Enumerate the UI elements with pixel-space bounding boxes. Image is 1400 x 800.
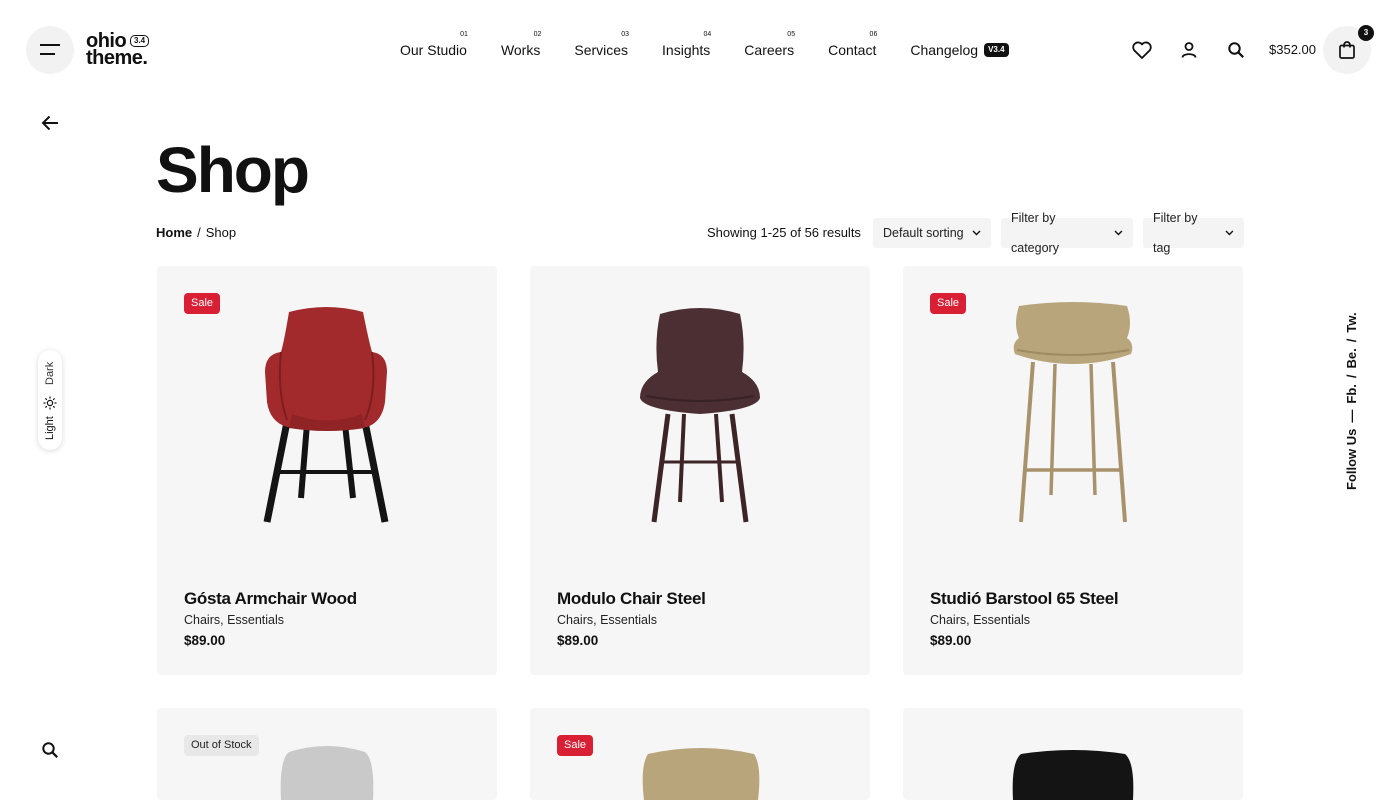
- product-card[interactable]: Sale Gósta Armchair Wood Chairs, Essenti…: [157, 266, 497, 675]
- nav-number: 02: [533, 31, 542, 38]
- page-title: Shop: [156, 134, 310, 206]
- nav-number: 05: [787, 31, 796, 38]
- nav-item-works[interactable]: Works 02: [500, 30, 542, 70]
- category-filter-select[interactable]: Filter by category: [1001, 211, 1133, 255]
- product-name[interactable]: Studió Barstool 65 Steel: [930, 588, 1119, 610]
- social-link-facebook[interactable]: Fb.: [1344, 384, 1359, 404]
- social-link-behance[interactable]: Be.: [1344, 348, 1359, 368]
- nav-number: 01: [460, 31, 468, 38]
- arrow-left-icon: [41, 115, 58, 131]
- menu-button[interactable]: [26, 26, 74, 74]
- product-price: $89.00: [557, 633, 599, 648]
- product-image: [1012, 750, 1134, 800]
- chevron-down-icon: [1114, 230, 1123, 236]
- sorting-value: Default sorting: [883, 226, 964, 240]
- sorting-select[interactable]: Default sorting: [873, 218, 991, 248]
- tag-filter-select[interactable]: Filter by tag: [1143, 211, 1244, 255]
- product-image: [280, 746, 374, 800]
- breadcrumb-current: Shop: [205, 225, 237, 240]
- social-link-twitter[interactable]: Tw.: [1344, 312, 1359, 332]
- nav-item-contact[interactable]: Contact 06: [828, 30, 878, 70]
- user-icon: [1181, 42, 1197, 58]
- sun-icon: [43, 396, 57, 410]
- wishlist-button[interactable]: [1130, 38, 1154, 62]
- nav-item-our-studio[interactable]: Our Studio 01: [400, 30, 468, 70]
- chevron-down-icon: [972, 230, 981, 236]
- sale-badge: Sale: [557, 735, 594, 756]
- product-card[interactable]: Sale Studió Barstool 65 Steel Chairs, Es…: [903, 266, 1243, 675]
- out-of-stock-badge: Out of Stock: [184, 735, 259, 756]
- nav-label: Works: [500, 42, 541, 58]
- nav-label: Contact: [828, 42, 877, 58]
- sale-badge: Sale: [184, 293, 221, 314]
- search-icon: [42, 742, 58, 758]
- product-image: [642, 748, 760, 800]
- breadcrumb: Home / Shop: [156, 224, 236, 242]
- results-count: Showing 1-25 of 56 results: [707, 225, 861, 240]
- chevron-down-icon: [1225, 230, 1234, 236]
- cart-count-badge: 3: [1358, 25, 1374, 41]
- cart-total[interactable]: $352.00: [1269, 41, 1316, 59]
- product-card[interactable]: [903, 708, 1243, 800]
- menu-icon: [40, 44, 60, 55]
- product-categories[interactable]: Chairs, Essentials: [184, 612, 284, 628]
- back-button[interactable]: [38, 111, 62, 135]
- theme-light-label[interactable]: Light: [44, 416, 56, 440]
- tag-filter-value: Filter by tag: [1153, 211, 1198, 255]
- product-image: [1013, 302, 1133, 523]
- logo-version: 3.4: [130, 35, 150, 47]
- product-image: [640, 308, 760, 523]
- product-price: $89.00: [184, 633, 226, 648]
- product-card[interactable]: Modulo Chair Steel Chairs, Essentials $8…: [530, 266, 870, 675]
- category-filter-value: Filter by category: [1011, 211, 1059, 255]
- breadcrumb-separator: /: [197, 225, 201, 240]
- logo-line2: theme.: [86, 47, 148, 69]
- logo[interactable]: ohio 3.4 theme.: [86, 31, 156, 69]
- theme-dark-label[interactable]: Dark: [44, 362, 56, 385]
- social-separator: /: [1344, 374, 1359, 379]
- search-icon: [1228, 42, 1244, 58]
- breadcrumb-home[interactable]: Home: [156, 224, 192, 242]
- main-nav: Our Studio 01 Works 02 Services 03 Insig…: [400, 30, 1043, 70]
- product-categories[interactable]: Chairs, Essentials: [930, 612, 1030, 628]
- nav-label: Insights: [662, 42, 711, 58]
- bag-icon: [1339, 41, 1355, 59]
- social-follow: Follow Us — Fb. / Be. / Tw.: [1344, 312, 1359, 490]
- nav-item-careers[interactable]: Careers 05: [744, 30, 796, 70]
- product-name[interactable]: Gósta Armchair Wood: [184, 588, 357, 610]
- nav-item-services[interactable]: Services 03: [574, 30, 630, 70]
- product-card[interactable]: Sale: [530, 708, 870, 800]
- nav-label: Services: [574, 42, 629, 58]
- sidebar-search-button[interactable]: [38, 738, 62, 762]
- product-name[interactable]: Modulo Chair Steel: [557, 588, 706, 610]
- follow-dash: —: [1344, 409, 1359, 423]
- nav-number: 04: [703, 31, 712, 38]
- search-button[interactable]: [1224, 38, 1248, 62]
- account-button[interactable]: [1177, 38, 1201, 62]
- nav-label: Changelog: [910, 42, 979, 58]
- product-price: $89.00: [930, 633, 972, 648]
- changelog-version-badge: V3.4: [984, 43, 1009, 57]
- sale-badge: Sale: [930, 293, 967, 314]
- follow-label: Follow Us: [1344, 428, 1359, 490]
- social-separator: /: [1344, 338, 1359, 343]
- nav-label: Our Studio: [400, 42, 467, 58]
- product-image: [263, 307, 389, 523]
- nav-item-insights[interactable]: Insights 04: [662, 30, 712, 70]
- nav-item-changelog[interactable]: Changelog V3.4: [910, 30, 1009, 70]
- product-categories[interactable]: Chairs, Essentials: [557, 612, 657, 628]
- nav-number: 03: [621, 31, 630, 38]
- product-card[interactable]: Out of Stock: [157, 708, 497, 800]
- heart-icon: [1132, 41, 1152, 59]
- site-header: ohio 3.4 theme. Our Studio 01 Works 02 S…: [0, 0, 1400, 100]
- nav-label: Careers: [744, 42, 795, 58]
- nav-number: 06: [869, 31, 878, 38]
